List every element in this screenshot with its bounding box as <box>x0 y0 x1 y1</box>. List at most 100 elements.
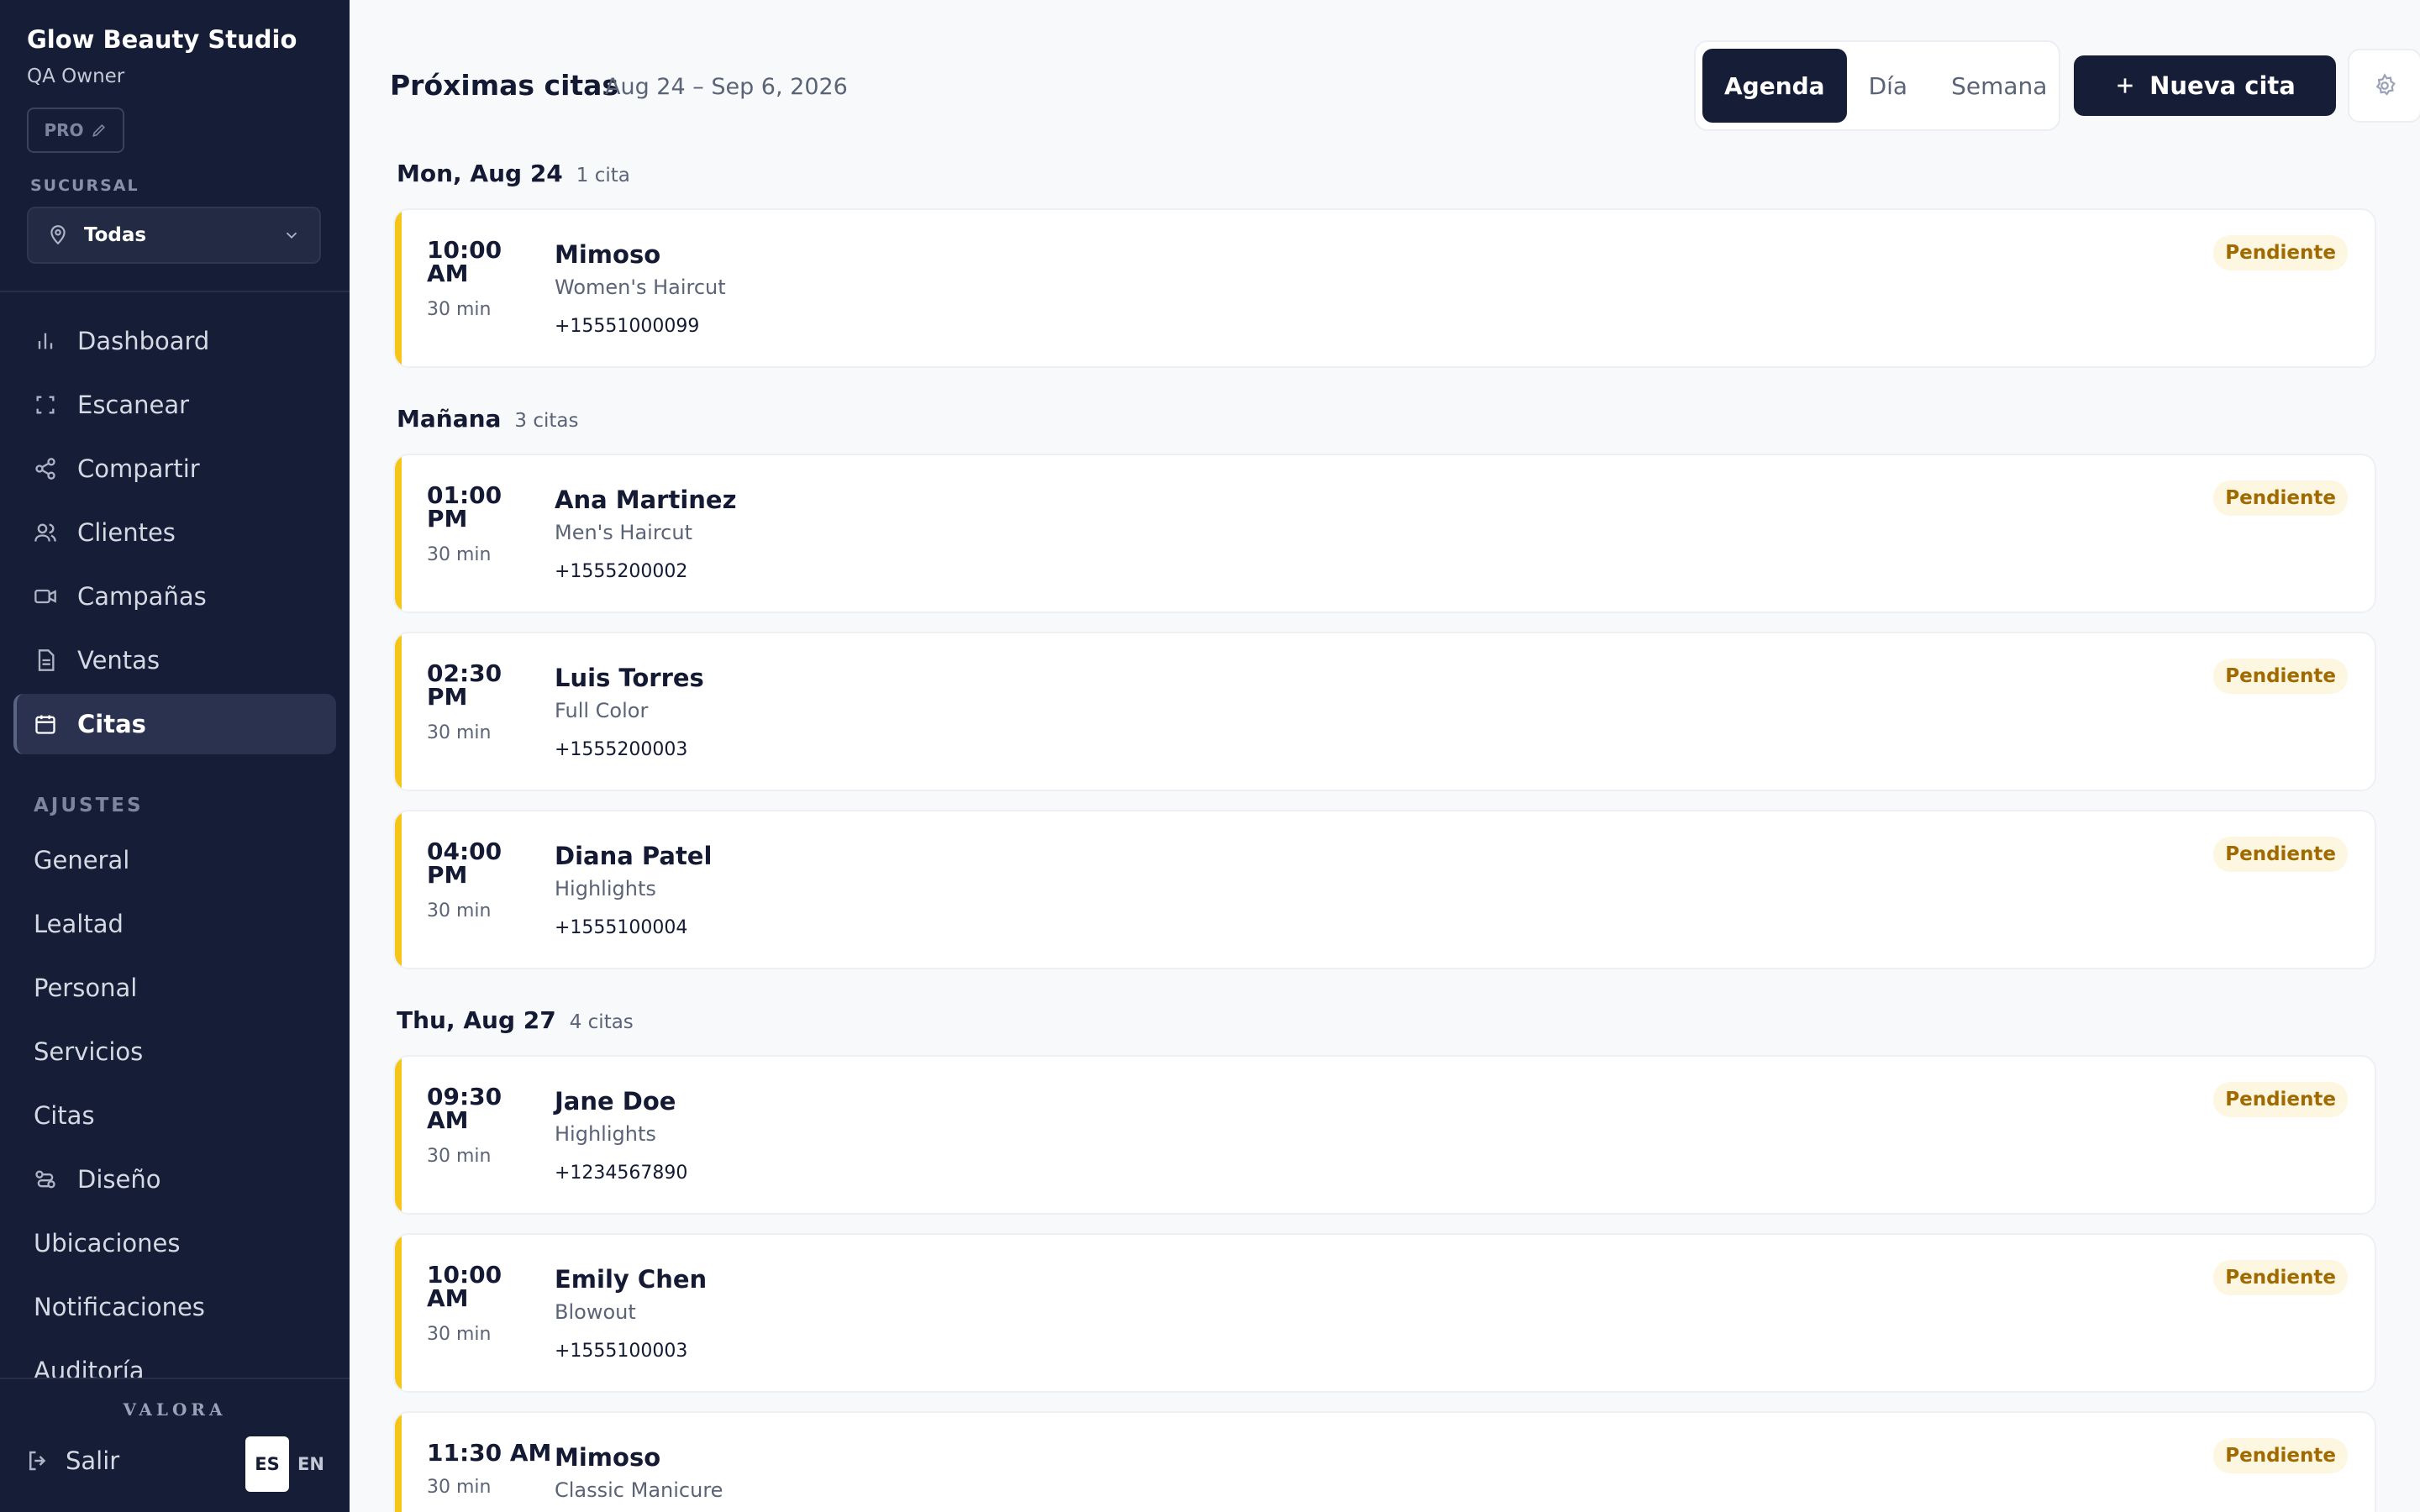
settings-item-servicios[interactable]: Servicios <box>13 1020 336 1084</box>
day-group-header: Mon, Aug 24 1 cita <box>397 160 630 187</box>
settings-item-diseno[interactable]: Diseño <box>13 1147 336 1211</box>
appointment-service: Men's Haircut <box>555 521 692 544</box>
settings-item-lealtad[interactable]: Lealtad <box>13 892 336 956</box>
appointment-service: Full Color <box>555 699 649 722</box>
settings-label: Diseño <box>77 1165 161 1194</box>
appointment-time: 09:30 AM <box>427 1083 502 1134</box>
appointment-client: Mimoso <box>555 1443 661 1472</box>
settings-item-general[interactable]: General <box>13 828 336 892</box>
day-group-header: Mañana 3 citas <box>397 405 579 433</box>
status-badge: Pendiente <box>2213 1260 2348 1295</box>
appointment-time: 11:30 AM <box>427 1439 552 1467</box>
pencil-icon <box>92 123 105 137</box>
appointment-duration: 30 min <box>427 1477 492 1498</box>
appointment-card[interactable]: 09:30 AM 30 min Jane Doe Highlights +123… <box>393 1055 2376 1215</box>
nav-item-clientes[interactable]: Clientes <box>13 502 336 563</box>
settings-item-notificaciones[interactable]: Notificaciones <box>13 1275 336 1339</box>
appointment-client: Diana Patel <box>555 842 713 870</box>
tab-semana[interactable]: Semana <box>1929 49 2069 123</box>
settings-item-citas[interactable]: Citas <box>13 1084 336 1147</box>
branch-select[interactable]: Todas <box>27 207 321 264</box>
view-tabs: Agenda Día Semana <box>1694 40 2060 131</box>
status-badge: Pendiente <box>2213 1082 2348 1117</box>
nav-item-escanear[interactable]: Escanear <box>13 375 336 435</box>
map-pin-icon <box>50 225 66 245</box>
tab-agenda[interactable]: Agenda <box>1702 49 1847 123</box>
nav-item-campanas[interactable]: Campañas <box>13 566 336 627</box>
date-range: Aug 24 – Sep 6, 2026 <box>605 74 848 100</box>
settings-button[interactable] <box>2348 49 2420 123</box>
brand-title: Glow Beauty Studio <box>27 25 297 54</box>
bar-chart-icon <box>38 333 53 349</box>
appointment-card[interactable]: 02:30 PM 30 min Luis Torres Full Color +… <box>393 632 2376 791</box>
appointment-card[interactable]: 11:30 AM 30 min Mimoso Classic Manicure … <box>393 1411 2376 1512</box>
page-title: Próximas citas <box>390 69 619 102</box>
day-group-header: Thu, Aug 27 4 citas <box>397 1006 634 1034</box>
appointment-time: 10:00 AM <box>427 236 502 287</box>
appointment-duration: 30 min <box>427 1146 492 1167</box>
sidebar-footer: VALORA Salir ES EN <box>0 1378 350 1512</box>
appointment-time: 01:00 PM <box>427 481 502 533</box>
plus-icon <box>2118 78 2133 93</box>
nav-item-compartir[interactable]: Compartir <box>13 438 336 499</box>
lang-es-button[interactable]: ES <box>245 1436 289 1492</box>
status-badge: Pendiente <box>2213 1438 2348 1473</box>
main-content: Próximas citas Aug 24 – Sep 6, 2026 Agen… <box>350 0 2420 1512</box>
nav-label: Escanear <box>77 391 190 419</box>
appointment-client: Emily Chen <box>555 1265 708 1294</box>
status-badge: Pendiente <box>2213 480 2348 516</box>
sidebar: Glow Beauty Studio QA Owner PRO SUCURSAL… <box>0 0 350 1512</box>
nav-item-dashboard[interactable]: Dashboard <box>13 311 336 371</box>
plan-badge[interactable]: PRO <box>27 108 124 153</box>
main-nav: Dashboard Escanear Compartir Clientes Ca… <box>13 311 336 758</box>
document-icon <box>38 649 55 671</box>
chevron-down-icon <box>286 232 297 239</box>
settings-item-personal[interactable]: Personal <box>13 956 336 1020</box>
day-label: Mañana <box>397 405 502 433</box>
day-label: Mon, Aug 24 <box>397 160 563 187</box>
appointment-service: Highlights <box>555 1122 656 1146</box>
appointment-time: 10:00 AM <box>427 1261 502 1312</box>
appointment-card[interactable]: 10:00 AM 30 min Emily Chen Blowout +1555… <box>393 1233 2376 1393</box>
branch-value: Todas <box>84 224 147 246</box>
logout-button[interactable]: Salir <box>25 1446 119 1475</box>
appointment-phone: +1555200002 <box>555 561 688 582</box>
language-switch: ES EN <box>245 1436 333 1492</box>
appointment-client: Ana Martinez <box>555 486 737 514</box>
nav-label: Campañas <box>77 582 207 611</box>
appointment-service: Classic Manicure <box>555 1478 723 1502</box>
logout-icon <box>29 1451 46 1471</box>
settings-heading: AJUSTES <box>34 795 144 816</box>
nav-item-ventas[interactable]: Ventas <box>13 630 336 690</box>
nav-label: Compartir <box>77 454 200 483</box>
lang-en-button[interactable]: EN <box>289 1436 333 1492</box>
appointment-client: Mimoso <box>555 240 661 269</box>
nav-label: Clientes <box>77 518 176 547</box>
appointment-phone: +1555200003 <box>555 739 688 760</box>
appointment-service: Highlights <box>555 877 656 900</box>
new-appointment-button[interactable]: Nueva cita <box>2074 55 2336 116</box>
appointment-time: 04:00 PM <box>427 837 502 889</box>
appointment-duration: 30 min <box>427 900 492 921</box>
nav-label: Citas <box>77 710 146 738</box>
settings-item-ubicaciones[interactable]: Ubicaciones <box>13 1211 336 1275</box>
gear-icon <box>2375 73 2396 96</box>
appointment-client: Jane Doe <box>555 1087 676 1116</box>
branch-label: SUCURSAL <box>30 176 139 195</box>
design-icon <box>35 1170 55 1189</box>
appointment-card[interactable]: 04:00 PM 30 min Diana Patel Highlights +… <box>393 810 2376 969</box>
tab-dia[interactable]: Día <box>1847 49 1930 123</box>
status-badge: Pendiente <box>2213 659 2348 694</box>
day-label: Thu, Aug 27 <box>397 1006 556 1034</box>
appointment-card[interactable]: 10:00 AM 30 min Mimoso Women's Haircut +… <box>393 208 2376 368</box>
appointment-duration: 30 min <box>427 299 492 320</box>
appointment-duration: 30 min <box>427 544 492 565</box>
video-icon <box>34 589 56 604</box>
share-icon <box>35 458 55 480</box>
appointment-client: Luis Torres <box>555 664 704 692</box>
appointment-phone: +15551000099 <box>555 316 700 337</box>
nav-item-citas[interactable]: Citas <box>13 694 336 754</box>
day-count: 4 citas <box>569 1011 634 1033</box>
appointment-card[interactable]: 01:00 PM 30 min Ana Martinez Men's Hairc… <box>393 454 2376 613</box>
appointment-service: Blowout <box>555 1300 636 1324</box>
